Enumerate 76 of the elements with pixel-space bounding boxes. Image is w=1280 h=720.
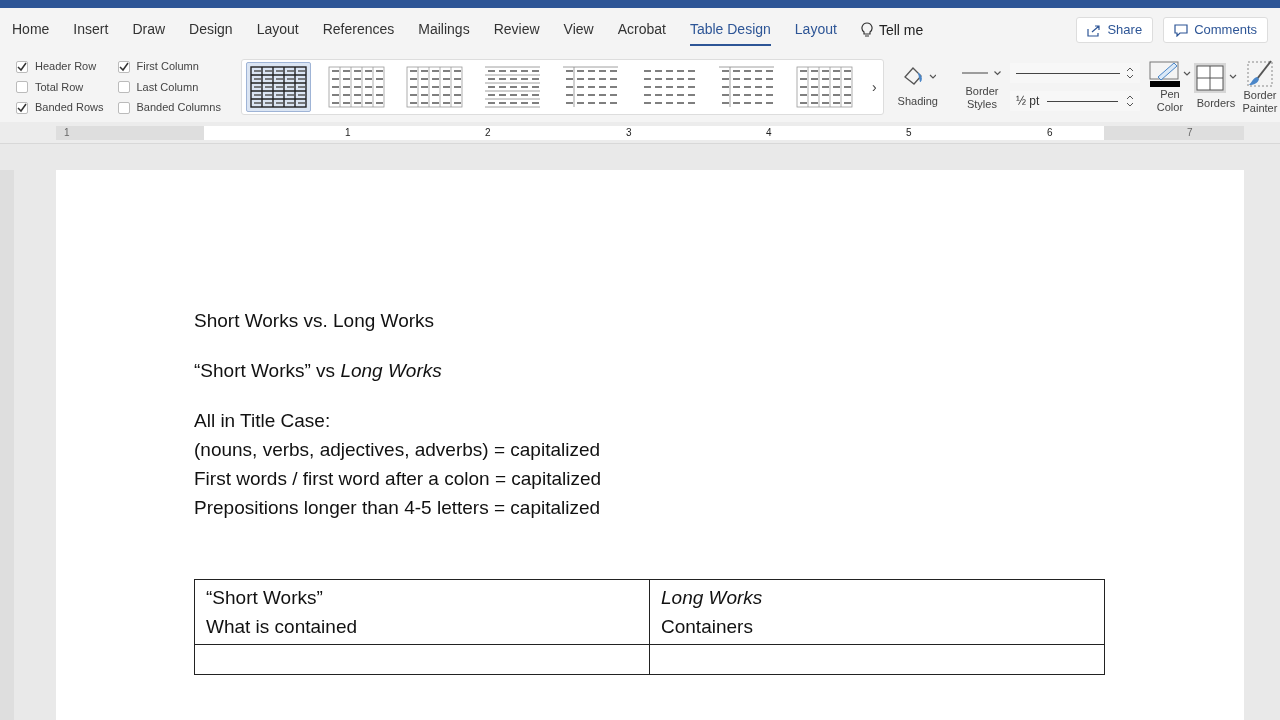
option-label: Last Column <box>136 79 199 95</box>
paragraph: (nouns, verbs, adjectives, adverbs) = capitalized <box>194 439 602 461</box>
shading-button[interactable]: Shading <box>897 64 938 110</box>
check-icon <box>118 61 129 72</box>
paragraph: All in Title Case: <box>194 410 332 432</box>
ribbon-tab[interactable]: Layout <box>794 14 837 46</box>
checkbox[interactable] <box>117 101 130 114</box>
paragraph: Short Works vs. Long Works <box>194 310 436 332</box>
table-style-icon <box>795 66 853 108</box>
option-label: Total Row <box>35 79 84 95</box>
option-label: First Column <box>136 59 199 75</box>
ribbon-tab[interactable]: Insert <box>73 14 109 46</box>
option-label: Banded Rows <box>35 100 104 116</box>
table-cell[interactable]: Long Works Containers <box>649 579 1105 645</box>
cell-text: Containers <box>661 615 754 639</box>
caret-icon <box>994 70 1002 76</box>
ribbon-tab[interactable]: Table Design <box>689 14 771 46</box>
paragraph: “Short Works” vs Long Works <box>194 360 443 382</box>
borders-icon <box>1193 62 1238 93</box>
table-cell[interactable]: “Short Works” What is contained <box>194 579 650 645</box>
border-painter-button[interactable]: Border Painter <box>1239 59 1280 115</box>
brush-icon <box>1244 59 1275 89</box>
ruler-number: 5 <box>906 126 912 140</box>
share-icon <box>1087 23 1102 37</box>
border-styles-button[interactable]: Border Styles <box>961 63 1002 111</box>
table-style-icon <box>717 66 775 108</box>
table-style-icon <box>249 66 307 108</box>
cell-text: “Short Works” <box>206 586 324 610</box>
paragraph: First words / first word after a colon = capitalized <box>194 468 603 490</box>
more-styles-button[interactable]: › <box>869 76 879 98</box>
ruler-number: 4 <box>766 126 772 140</box>
line-icon <box>962 72 989 74</box>
ribbon-tab[interactable]: Draw <box>132 14 166 46</box>
ribbon-tab[interactable]: Home <box>12 14 50 46</box>
ruler-number: 2 <box>485 126 491 140</box>
ruler-number: 6 <box>1047 126 1053 140</box>
ribbon-tab[interactable]: Review <box>493 14 540 46</box>
checkbox[interactable] <box>16 101 28 114</box>
checkbox[interactable] <box>16 81 28 93</box>
ruler-number: 7 <box>1187 126 1193 140</box>
tell-me-button[interactable]: Tell me <box>860 19 924 41</box>
ribbon-tab[interactable]: Design <box>189 14 233 46</box>
ruler-number: 3 <box>626 126 632 140</box>
pen-icon <box>1147 60 1192 88</box>
table-style-icon <box>327 66 385 108</box>
table-style-icon <box>483 66 541 108</box>
comments-button[interactable]: Comments <box>1163 17 1268 43</box>
checkbox[interactable] <box>16 60 28 73</box>
table-cell[interactable] <box>649 644 1105 675</box>
ribbon-tab[interactable]: Acrobat <box>617 14 666 46</box>
ribbon-tab[interactable]: Mailings <box>418 14 470 46</box>
cell-text: What is contained <box>206 615 359 639</box>
ribbon-tab[interactable]: Layout <box>256 14 299 46</box>
ruler-number: 1 <box>345 126 351 140</box>
borders-button[interactable]: Borders <box>1193 62 1238 112</box>
lightbulb-icon <box>860 22 873 38</box>
stepper-icon <box>1125 66 1134 80</box>
ruler-number: 1 <box>64 126 70 140</box>
option-label: Banded Columns <box>136 100 221 116</box>
checkbox[interactable] <box>117 60 130 73</box>
table-cell[interactable] <box>194 644 650 675</box>
option-label: Header Row <box>35 59 97 75</box>
stepper-icon <box>1125 94 1134 108</box>
paragraph: Prepositions longer than 4-5 letters = capitalized <box>194 497 602 519</box>
check-icon <box>17 61 27 72</box>
pen-color-button[interactable]: Pen Color <box>1147 60 1192 114</box>
comment-icon <box>1174 23 1189 37</box>
check-icon <box>17 102 27 113</box>
table-style-option[interactable] <box>245 62 311 112</box>
checkbox[interactable] <box>117 81 130 93</box>
cell-text: Long Works <box>661 586 764 610</box>
table-style-icon <box>405 66 463 108</box>
ribbon-tab[interactable]: References <box>322 14 395 46</box>
share-button[interactable]: Share <box>1076 17 1154 43</box>
ribbon-tab[interactable]: View <box>563 14 594 46</box>
table-style-icon <box>561 66 619 108</box>
